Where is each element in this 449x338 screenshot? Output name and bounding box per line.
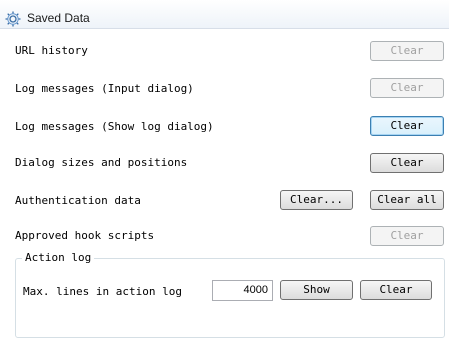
clear-auth-button[interactable]: Clear... xyxy=(280,190,353,210)
clear-action-log-button[interactable]: Clear xyxy=(360,280,432,300)
action-log-legend: Action log xyxy=(22,251,95,264)
max-lines-input[interactable]: 4000 xyxy=(212,280,273,301)
show-action-log-button[interactable]: Show xyxy=(280,280,353,300)
log-input-label: Log messages (Input dialog) xyxy=(15,82,194,95)
clear-all-auth-button[interactable]: Clear all xyxy=(370,190,444,210)
url-history-label: URL history xyxy=(15,44,88,57)
clear-url-history-button[interactable]: Clear xyxy=(370,41,444,61)
auth-data-label: Authentication data xyxy=(15,194,141,207)
gear-icon xyxy=(4,10,22,28)
clear-hook-scripts-button[interactable]: Clear xyxy=(370,226,444,246)
hook-scripts-label: Approved hook scripts xyxy=(15,229,155,242)
log-show-label: Log messages (Show log dialog) xyxy=(15,120,214,133)
clear-dialog-sizes-button[interactable]: Clear xyxy=(370,153,444,173)
section-header: Saved Data xyxy=(0,0,449,29)
section-title: Saved Data xyxy=(27,11,90,25)
clear-log-show-button[interactable]: Clear xyxy=(370,116,444,136)
clear-log-input-button[interactable]: Clear xyxy=(370,78,444,98)
dialog-sizes-label: Dialog sizes and positions xyxy=(15,156,188,169)
max-lines-label: Max. lines in action log xyxy=(23,285,182,298)
